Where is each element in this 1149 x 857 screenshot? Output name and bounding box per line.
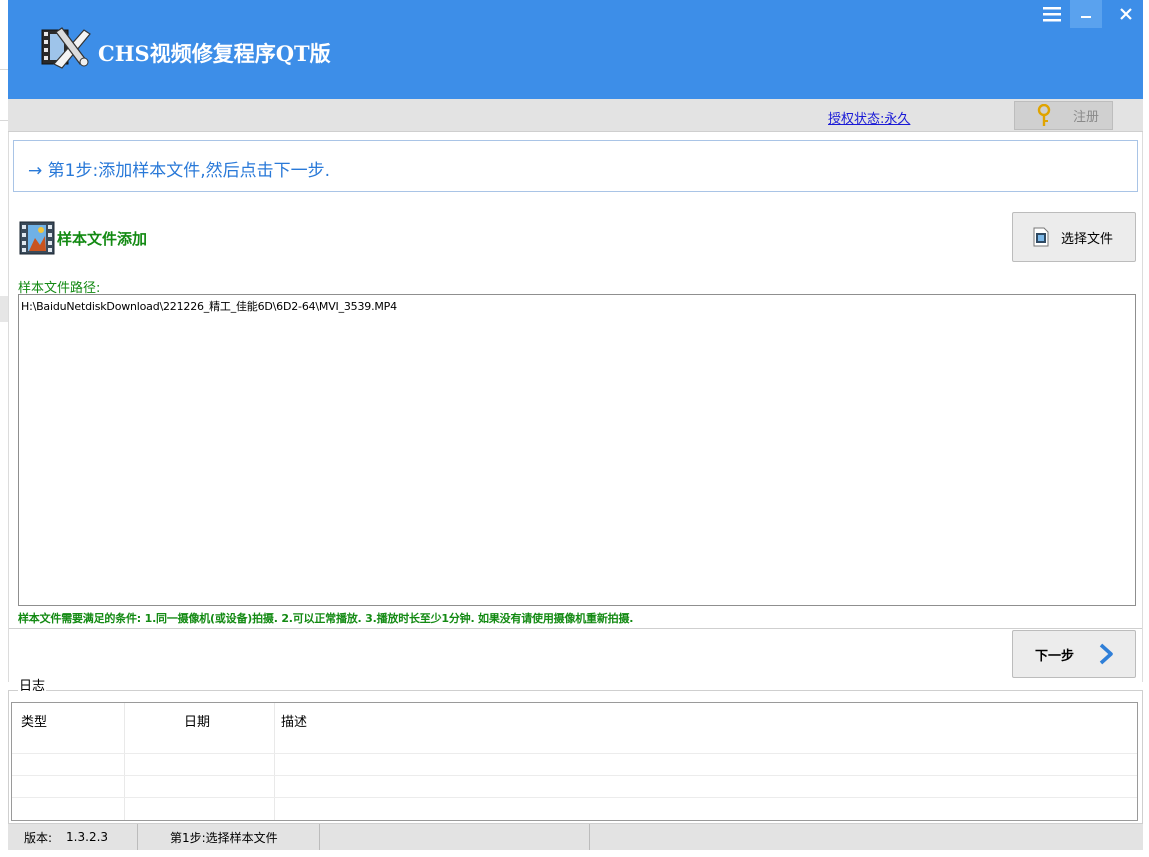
- key-icon: [1037, 103, 1051, 126]
- register-label: 注册: [1073, 110, 1100, 125]
- sample-path-textarea[interactable]: H:\BaiduNetdiskDownload\221226_精工_佳能6D\6…: [18, 294, 1136, 606]
- next-step-label: 下一步: [1035, 648, 1075, 664]
- version-key: 版本:: [24, 830, 53, 845]
- menu-button[interactable]: [1036, 0, 1068, 28]
- video-file-icon: [1033, 227, 1049, 247]
- close-icon: [1120, 8, 1132, 20]
- section-title: 样本文件添加: [57, 230, 148, 248]
- step-banner: → 第1步:添加样本文件,然后点击下一步.: [13, 140, 1138, 192]
- main-panel: → 第1步:添加样本文件,然后点击下一步. 样本文件添加 选择文件 样本文件路径…: [8, 132, 1143, 682]
- film-icon: [19, 221, 55, 255]
- log-column-date[interactable]: 日期: [184, 711, 210, 730]
- next-step-button[interactable]: 下一步: [1012, 630, 1136, 678]
- license-status-link[interactable]: 授权状态:永久: [828, 108, 910, 127]
- version-value: 1.3.2.3: [66, 830, 109, 844]
- log-column-divider: [274, 703, 275, 820]
- log-table[interactable]: 类型 日期 描述: [11, 702, 1138, 821]
- chevron-right-icon: [1099, 643, 1113, 665]
- divider: [9, 628, 1142, 629]
- log-group: 类型 日期 描述: [8, 690, 1143, 824]
- status-step-text: 第1步:选择样本文件: [170, 830, 278, 845]
- log-legend: 日志: [18, 675, 47, 694]
- log-table-header: 类型 日期 描述: [12, 703, 1137, 741]
- status-bar: 版本: 1.3.2.3 第1步:选择样本文件: [8, 823, 1143, 850]
- sample-path-value: H:\BaiduNetdiskDownload\221226_精工_佳能6D\6…: [21, 300, 397, 313]
- log-row-divider: [12, 753, 1137, 754]
- hamburger-icon: [1043, 7, 1061, 22]
- log-row-divider: [12, 797, 1137, 798]
- log-column-description[interactable]: 描述: [281, 711, 307, 730]
- app-title: CHS视频修复程序QT版: [98, 41, 331, 66]
- select-file-button[interactable]: 选择文件: [1012, 212, 1136, 262]
- register-button[interactable]: 注册: [1014, 101, 1113, 130]
- sample-conditions-note: 样本文件需要满足的条件: 1.同一摄像机(或设备)拍摄. 2.可以正常播放. 3…: [18, 612, 634, 625]
- minimize-button[interactable]: [1070, 0, 1102, 28]
- title-bar[interactable]: CHS视频修复程序QT版: [8, 0, 1143, 99]
- log-column-divider: [124, 703, 125, 820]
- status-step: 第1步:选择样本文件: [138, 824, 320, 850]
- step-instruction: → 第1步:添加样本文件,然后点击下一步.: [28, 161, 330, 181]
- app-logo-icon: [41, 27, 91, 69]
- app-window: CHS视频修复程序QT版 授权状态:永久 注册 → 第1步:添加样本文件,然后点…: [8, 0, 1149, 857]
- status-version: 版本: 1.3.2.3: [8, 824, 138, 850]
- select-file-label: 选择文件: [1061, 231, 1114, 247]
- minimize-icon: [1081, 16, 1091, 18]
- auth-bar: 授权状态:永久 注册: [8, 99, 1143, 132]
- log-column-type[interactable]: 类型: [21, 711, 47, 730]
- status-empty-cell: [320, 824, 590, 850]
- log-row-divider: [12, 775, 1137, 776]
- close-button[interactable]: [1109, 0, 1143, 28]
